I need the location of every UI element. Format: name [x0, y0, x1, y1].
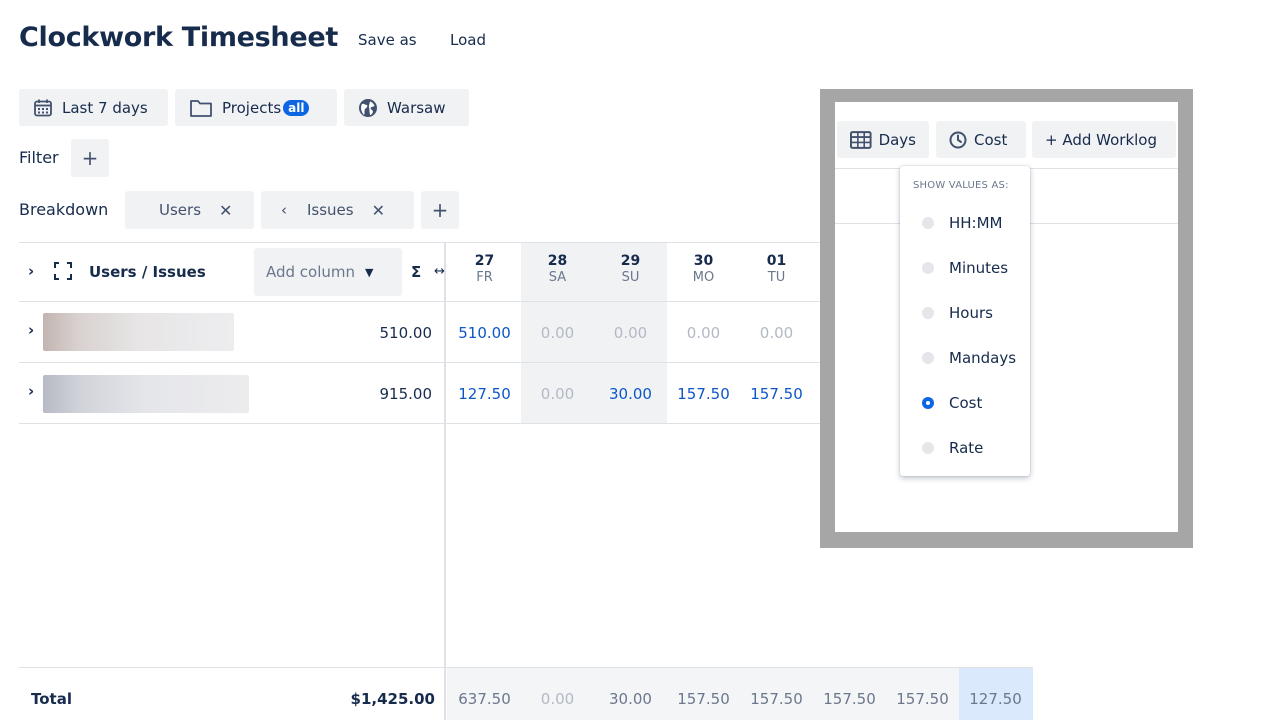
resize-icon[interactable]: ↔ [434, 264, 445, 279]
period-days-button[interactable]: Days [837, 121, 929, 158]
column-splitter[interactable] [444, 243, 446, 720]
table-cell[interactable]: 0.00 [667, 324, 740, 342]
save-as-link[interactable]: Save as [358, 31, 417, 49]
page-title: Clockwork Timesheet [19, 22, 338, 53]
add-breakdown-button[interactable]: + [421, 191, 459, 229]
clock-icon [949, 131, 967, 148]
expand-all-icon[interactable]: › [28, 262, 34, 280]
grand-total: $1,425.00 [350, 690, 435, 708]
projects-button[interactable]: Projects all [175, 89, 337, 126]
expand-row-icon[interactable]: › [28, 321, 34, 339]
radio-icon[interactable] [922, 352, 934, 364]
globe-icon [359, 98, 377, 117]
cost-label: Cost [974, 130, 1008, 149]
radio-icon[interactable] [922, 307, 934, 319]
calendar-icon [34, 99, 52, 116]
table-cell[interactable]: 0.00 [521, 385, 594, 403]
table-cell[interactable]: 0.00 [521, 324, 594, 342]
load-link[interactable]: Load [450, 31, 486, 49]
total-cell: 157.50 [677, 690, 730, 708]
option-rate[interactable]: Rate [900, 429, 1030, 467]
radio-selected-icon[interactable] [922, 397, 934, 409]
table-cell[interactable]: 510.00 [448, 324, 521, 342]
day-header: 27 FR [474, 253, 495, 285]
table-cell[interactable]: 0.00 [594, 324, 667, 342]
total-cell: 30.00 [609, 690, 652, 708]
total-cell: 157.50 [750, 690, 803, 708]
table-cell[interactable]: 157.50 [667, 385, 740, 403]
timezone-button[interactable]: Warsaw [344, 89, 469, 126]
group-column-header: Users / Issues [89, 263, 206, 281]
date-range-button[interactable]: Last 7 days [19, 89, 168, 126]
option-label: Cost [949, 394, 983, 412]
add-column-label: Add column [266, 263, 356, 281]
remove-users-icon[interactable]: ✕ [219, 201, 232, 220]
day-header: 01 TU [766, 253, 787, 285]
total-cell: 0.00 [540, 690, 575, 708]
filter-label: Filter [19, 148, 59, 167]
add-filter-button[interactable]: + [71, 139, 109, 177]
table-cell[interactable]: 157.50 [740, 385, 813, 403]
radio-icon[interactable] [922, 262, 934, 274]
option-label: HH:MM [949, 214, 1003, 232]
radio-icon[interactable] [922, 442, 934, 454]
expand-row-icon[interactable]: › [28, 382, 34, 400]
breakdown-label: Breakdown [19, 200, 109, 219]
row-total: 510.00 [379, 324, 433, 342]
option-cost[interactable]: Cost [900, 384, 1030, 422]
table-cell[interactable]: 0.00 [740, 324, 813, 342]
chevron-left-icon[interactable]: ‹ [281, 201, 287, 219]
folder-icon [190, 99, 212, 117]
radio-icon[interactable] [922, 217, 934, 229]
breakdown-chip-label: Issues [307, 201, 354, 219]
total-label: Total [31, 690, 72, 708]
values-as-button[interactable]: Cost [936, 121, 1026, 158]
total-cell: 637.50 [458, 690, 511, 708]
table-cell[interactable]: 127.50 [448, 385, 521, 403]
date-range-label: Last 7 days [62, 98, 148, 117]
day-header: 30 MO [692, 253, 715, 285]
sum-icon[interactable]: Σ [411, 263, 421, 281]
total-border [19, 667, 1033, 668]
option-mandays[interactable]: Mandays [900, 339, 1030, 377]
table-grid-icon [850, 130, 872, 149]
dropdown-heading: SHOW VALUES AS: [913, 180, 1009, 191]
remove-issues-icon[interactable]: ✕ [372, 201, 385, 220]
days-label: Days [878, 130, 916, 149]
option-hours[interactable]: Hours [900, 294, 1030, 332]
option-label: Rate [949, 439, 984, 457]
total-cell: 157.50 [823, 690, 876, 708]
table-cell[interactable]: 30.00 [594, 385, 667, 403]
option-label: Hours [949, 304, 993, 322]
user-avatar-blurred [43, 313, 234, 351]
add-worklog-label: + Add Worklog [1045, 130, 1157, 149]
add-worklog-button[interactable]: + Add Worklog [1032, 121, 1176, 158]
fullscreen-icon[interactable] [53, 261, 73, 281]
option-minutes[interactable]: Minutes [900, 249, 1030, 287]
total-cell: 127.50 [969, 690, 1022, 708]
show-values-dropdown: SHOW VALUES AS: HH:MM Minutes Hours Mand… [900, 166, 1030, 476]
breakdown-chip-issues[interactable]: ‹ Issues ✕ [261, 191, 414, 229]
user-avatar-blurred [43, 375, 249, 413]
projects-badge: all [283, 99, 310, 116]
timezone-label: Warsaw [387, 98, 446, 117]
row-total: 915.00 [379, 385, 433, 403]
day-header: 28 SA [547, 253, 568, 285]
option-label: Minutes [949, 259, 1009, 277]
breakdown-chip-users[interactable]: Users ✕ [125, 191, 254, 229]
option-label: Mandays [949, 349, 1017, 367]
chevron-down-icon: ▼ [365, 265, 374, 279]
projects-label: Projects [222, 98, 282, 117]
add-column-select[interactable]: Add column ▼ [254, 248, 402, 296]
total-cell: 157.50 [896, 690, 949, 708]
day-header: 29 SU [620, 253, 641, 285]
option-hhmm[interactable]: HH:MM [900, 204, 1030, 242]
breakdown-chip-label: Users [159, 201, 202, 219]
